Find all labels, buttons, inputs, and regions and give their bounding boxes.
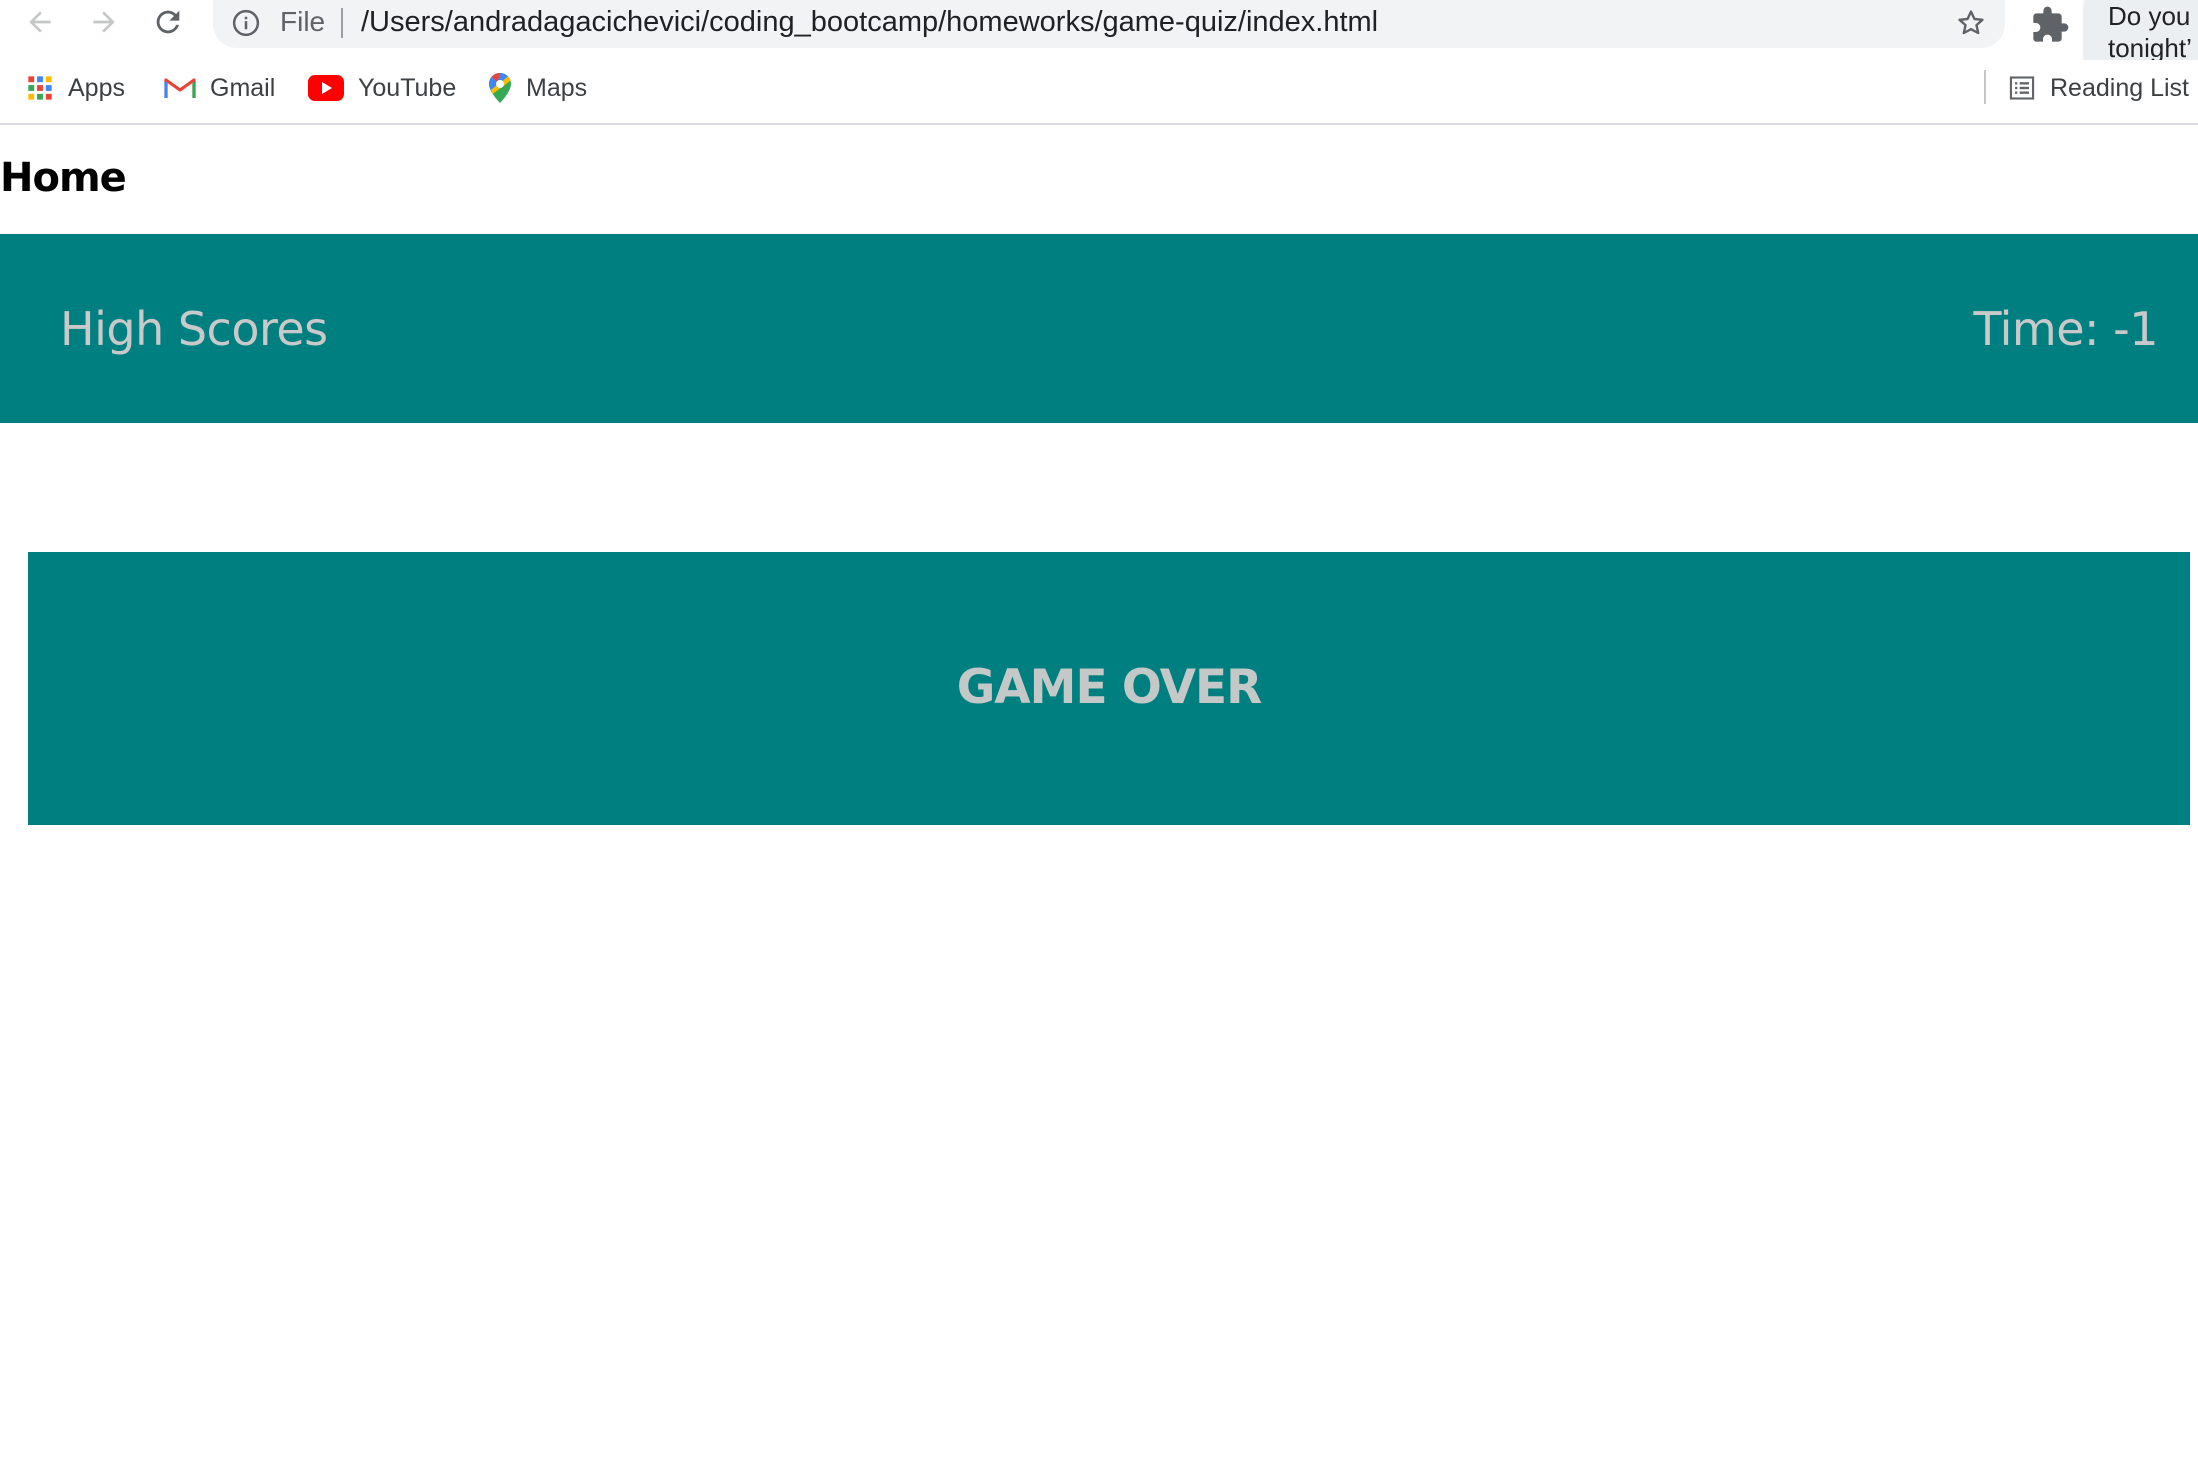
youtube-icon	[308, 75, 344, 101]
home-link[interactable]: Home	[0, 151, 127, 205]
game-over-heading: GAME OVER	[956, 660, 1263, 715]
bookmark-gmail-label: Gmail	[210, 73, 276, 102]
bookmark-star-icon[interactable]	[1955, 7, 1987, 39]
bookmark-maps[interactable]: Maps	[488, 68, 587, 108]
gmail-icon	[164, 78, 196, 98]
bookmarks-bar: Apps Gmail YouTube Maps Reading List	[0, 60, 2198, 125]
omnibox-divider	[341, 8, 343, 38]
bookmark-apps[interactable]: Apps	[26, 68, 125, 108]
quiz-header: High Scores Time: -1	[0, 234, 2198, 423]
arrow-left-icon	[29, 11, 51, 33]
extensions-puzzle-icon[interactable]	[2030, 5, 2070, 45]
reading-list-label: Reading List	[2050, 73, 2189, 102]
bookmark-apps-label: Apps	[68, 73, 125, 102]
bookmark-youtube[interactable]: YouTube	[308, 68, 456, 108]
timer-display: Time: -1	[1973, 302, 2158, 356]
bookmarks-divider	[1984, 70, 1986, 104]
info-icon[interactable]	[231, 8, 261, 38]
high-scores-link[interactable]: High Scores	[60, 300, 328, 358]
url-scheme: File	[280, 6, 326, 37]
popup-text: Do you tonight’	[2108, 1, 2192, 63]
back-button[interactable]	[20, 2, 60, 42]
reading-list-button[interactable]: Reading List	[2008, 68, 2189, 108]
reload-button[interactable]	[148, 2, 188, 42]
forward-button[interactable]	[84, 2, 124, 42]
game-over-panel: GAME OVER	[28, 552, 2190, 825]
apps-grid-icon	[28, 76, 52, 100]
reading-list-icon	[2009, 76, 2035, 100]
page-content: Home High Scores Time: -1 GAME OVER	[0, 125, 2198, 1464]
arrow-right-icon	[93, 11, 115, 33]
browser-toolbar: File /Users/andradagacichevici/coding_bo…	[0, 0, 2198, 78]
bookmark-maps-label: Maps	[526, 73, 588, 102]
bookmark-youtube-label: YouTube	[358, 73, 457, 102]
address-bar[interactable]: File /Users/andradagacichevici/coding_bo…	[213, 0, 2005, 48]
maps-icon	[489, 73, 511, 103]
bookmark-gmail[interactable]: Gmail	[164, 68, 275, 108]
url-text[interactable]: /Users/andradagacichevici/coding_bootcam…	[361, 4, 1378, 40]
reload-icon	[156, 10, 180, 34]
